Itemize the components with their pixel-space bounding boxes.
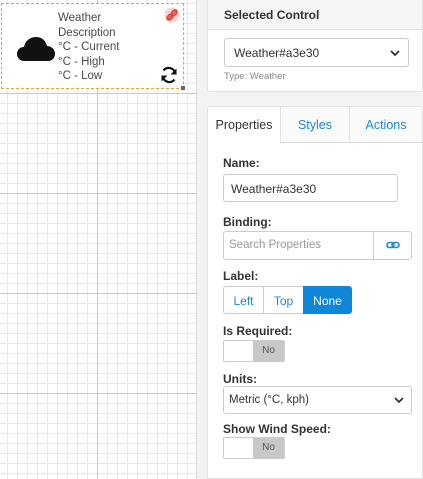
unlink-icon[interactable]: [164, 7, 180, 23]
design-canvas[interactable]: Weather Description °C - Current °C - Hi…: [0, 0, 197, 479]
selected-control-heading: Selected Control: [208, 0, 422, 30]
chevron-down-icon: [394, 397, 404, 404]
widget-line-high: °C - High: [58, 55, 105, 68]
properties-panel: Properties Styles Actions Name: Weather#…: [207, 106, 423, 479]
tab-actions[interactable]: Actions: [350, 107, 422, 142]
widget-line-current: °C - Current: [58, 41, 120, 53]
widget-line-title: Weather: [58, 12, 102, 24]
show-wind-speed-toggle[interactable]: No: [223, 437, 285, 459]
widget-line-low: °C - Low: [58, 70, 103, 82]
label-position-group: Left Top None: [223, 286, 352, 314]
show-wind-speed-label: Show Wind Speed:: [223, 422, 331, 436]
label-left-button[interactable]: Left: [223, 286, 264, 314]
units-select-value: Metric (°C, kph): [229, 394, 309, 406]
control-select-value: Weather#a3e30: [234, 46, 320, 60]
name-label: Name:: [223, 156, 260, 170]
link-icon: [386, 241, 400, 249]
show-wind-speed-value: No: [253, 438, 284, 458]
widget-line-description: Description: [58, 26, 116, 39]
panel-tabs: Properties Styles Actions: [208, 107, 422, 144]
tab-styles[interactable]: Styles: [281, 107, 350, 142]
binding-search-input[interactable]: Search Properties: [229, 239, 321, 251]
tab-properties[interactable]: Properties: [208, 107, 281, 144]
is-required-toggle[interactable]: No: [223, 340, 285, 362]
name-field[interactable]: Weather#a3e30: [223, 174, 398, 202]
binding-link-button[interactable]: [373, 232, 411, 259]
label-top-button[interactable]: Top: [263, 286, 304, 314]
weather-widget[interactable]: Weather Description °C - Current °C - Hi…: [1, 3, 185, 90]
control-type-label: Type: Weather: [224, 71, 286, 82]
weather-description: Weather Description °C - Current °C - Hi…: [58, 11, 119, 84]
selected-control-panel: Selected Control Weather#a3e30 Type: Wea…: [207, 0, 423, 92]
binding-search-group: Search Properties: [223, 231, 412, 260]
cloud-icon: [17, 37, 55, 61]
label-position-label: Label:: [223, 269, 259, 283]
properties-sidebar: Selected Control Weather#a3e30 Type: Wea…: [207, 0, 423, 479]
units-select[interactable]: Metric (°C, kph): [223, 386, 412, 414]
control-select[interactable]: Weather#a3e30: [224, 38, 409, 67]
is-required-value: No: [253, 341, 284, 361]
label-none-button[interactable]: None: [303, 286, 352, 314]
resize-handle[interactable]: [181, 86, 185, 90]
refresh-icon[interactable]: [159, 65, 179, 85]
chevron-down-icon: [390, 50, 400, 57]
is-required-label: Is Required:: [223, 324, 293, 338]
units-label: Units:: [223, 372, 257, 386]
binding-label: Binding:: [223, 215, 272, 229]
